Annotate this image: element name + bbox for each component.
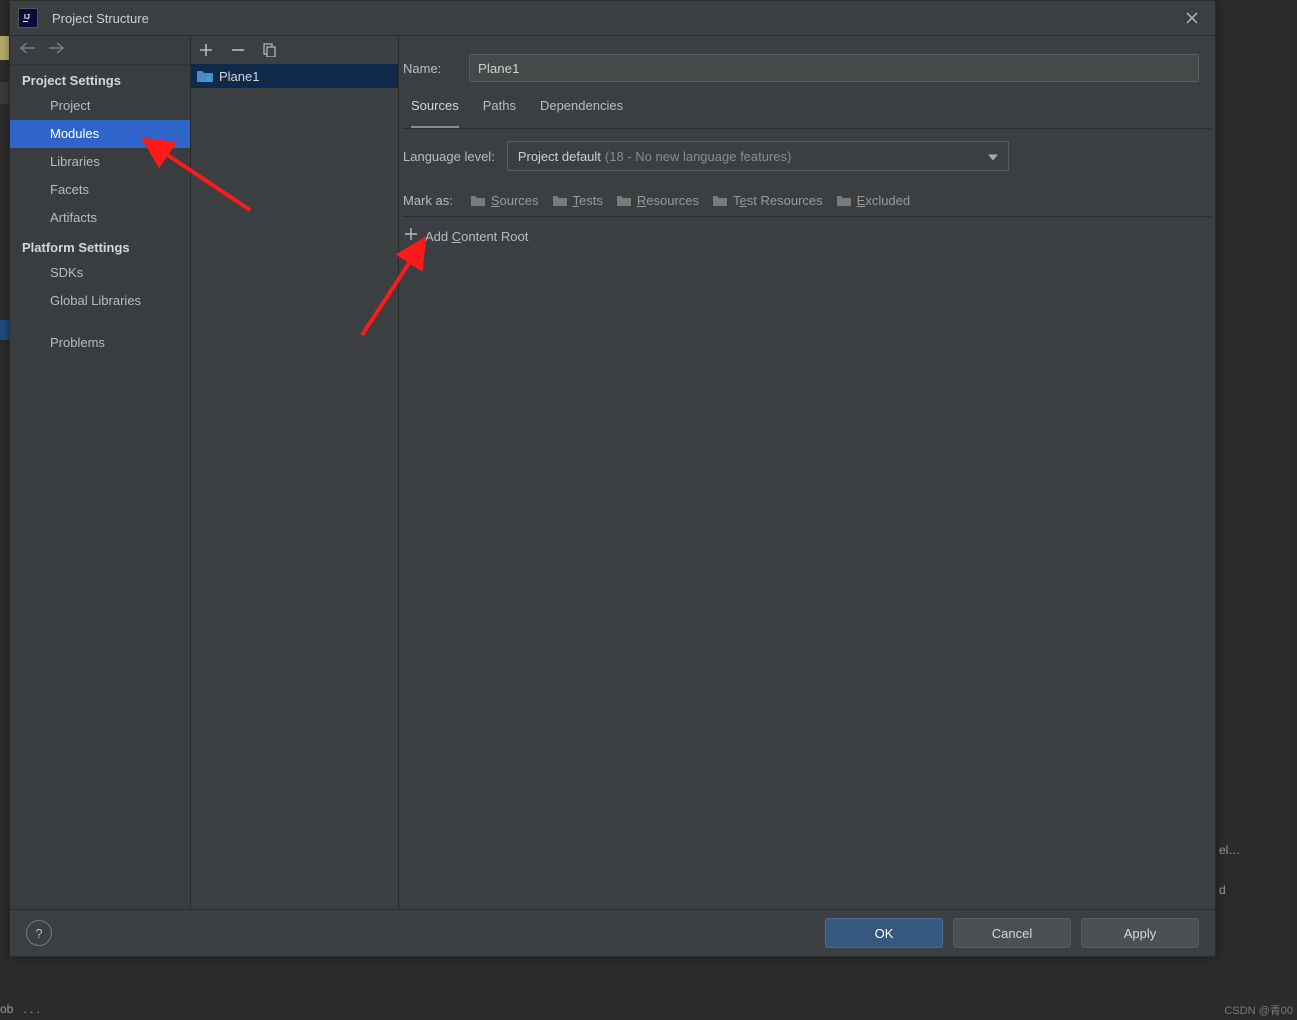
app-icon: IJ bbox=[18, 8, 38, 28]
module-toolbar bbox=[191, 36, 398, 64]
sidebar-item-global-libraries[interactable]: Global Libraries bbox=[10, 287, 190, 315]
window-title: Project Structure bbox=[52, 11, 1177, 26]
folder-icon bbox=[837, 195, 851, 207]
help-icon[interactable]: ? bbox=[26, 920, 52, 946]
sidebar-item-libraries[interactable]: Libraries bbox=[10, 148, 190, 176]
svg-text:IJ: IJ bbox=[24, 14, 30, 21]
folder-icon bbox=[553, 195, 567, 207]
background-text: el…d bbox=[1219, 840, 1297, 960]
name-label: Name: bbox=[403, 61, 455, 76]
sidebar-item-facets[interactable]: Facets bbox=[10, 176, 190, 204]
name-input[interactable] bbox=[469, 54, 1199, 82]
add-content-root-label: Add Content Root bbox=[425, 229, 528, 244]
folder-icon bbox=[617, 195, 631, 207]
remove-module-icon[interactable] bbox=[229, 41, 247, 59]
module-item[interactable]: Plane1 bbox=[191, 64, 398, 88]
watermark: CSDN @青00 bbox=[1224, 1002, 1293, 1018]
language-level-hint: (18 - No new language features) bbox=[605, 149, 791, 164]
titlebar: IJ Project Structure bbox=[10, 1, 1215, 36]
forward-icon[interactable] bbox=[48, 41, 64, 59]
language-level-combo[interactable]: Project default (18 - No new language fe… bbox=[507, 141, 1009, 171]
background-text: ob . . . bbox=[0, 1002, 40, 1016]
folder-icon bbox=[713, 195, 727, 207]
language-level-label: Language level: bbox=[403, 149, 495, 164]
sidebar-item-problems[interactable]: Problems bbox=[10, 329, 190, 357]
plus-icon bbox=[405, 227, 417, 245]
module-icon bbox=[197, 69, 213, 83]
sidebar-history-nav bbox=[10, 36, 190, 65]
add-module-icon[interactable] bbox=[197, 41, 215, 59]
mark-tests-button[interactable]: Tests bbox=[553, 193, 603, 208]
sidebar-heading-platform-settings: Platform Settings bbox=[10, 232, 190, 259]
name-row: Name: bbox=[403, 36, 1211, 88]
sidebar-item-sdks[interactable]: SDKs bbox=[10, 259, 190, 287]
module-tabs: Sources Paths Dependencies bbox=[403, 88, 1211, 129]
dialog-button-bar: ? OK Cancel Apply bbox=[10, 909, 1215, 956]
close-icon[interactable] bbox=[1177, 4, 1207, 32]
sidebar-item-project[interactable]: Project bbox=[10, 92, 190, 120]
copy-module-icon[interactable] bbox=[261, 41, 279, 59]
module-list-panel: Plane1 bbox=[191, 36, 399, 909]
language-level-value: Project default bbox=[518, 149, 601, 164]
sidebar: Project Settings Project Modules Librari… bbox=[10, 36, 191, 909]
chevron-down-icon bbox=[988, 149, 998, 164]
background-strip bbox=[0, 36, 9, 60]
project-structure-dialog: IJ Project Structure Project Settings Pr… bbox=[9, 0, 1216, 957]
tab-paths[interactable]: Paths bbox=[483, 98, 516, 128]
tab-sources[interactable]: Sources bbox=[411, 98, 459, 128]
sidebar-heading-project-settings: Project Settings bbox=[10, 65, 190, 92]
back-icon[interactable] bbox=[20, 41, 36, 59]
folder-icon bbox=[471, 195, 485, 207]
mark-label: Excluded bbox=[857, 193, 910, 208]
mark-as-label: Mark as: bbox=[403, 193, 453, 208]
mark-excluded-button[interactable]: Excluded bbox=[837, 193, 910, 208]
mark-label: Tests bbox=[573, 193, 603, 208]
sidebar-item-artifacts[interactable]: Artifacts bbox=[10, 204, 190, 232]
apply-button[interactable]: Apply bbox=[1081, 918, 1199, 948]
mark-test-resources-button[interactable]: Test Resources bbox=[713, 193, 823, 208]
sidebar-item-modules[interactable]: Modules bbox=[10, 120, 190, 148]
cancel-button[interactable]: Cancel bbox=[953, 918, 1071, 948]
tab-dependencies[interactable]: Dependencies bbox=[540, 98, 623, 128]
add-content-root-button[interactable]: Add Content Root bbox=[403, 217, 1211, 245]
module-item-label: Plane1 bbox=[219, 69, 259, 84]
ok-button[interactable]: OK bbox=[825, 918, 943, 948]
module-list: Plane1 bbox=[191, 64, 398, 909]
mark-resources-button[interactable]: Resources bbox=[617, 193, 699, 208]
details-panel: Name: Sources Paths Dependencies Languag… bbox=[399, 36, 1215, 909]
mark-label: Sources bbox=[491, 193, 539, 208]
background-strip bbox=[0, 320, 9, 340]
mark-sources-button[interactable]: Sources bbox=[471, 193, 539, 208]
background-strip bbox=[0, 82, 9, 104]
mark-as-row: Mark as: Sources Tests Resources bbox=[403, 177, 1211, 217]
language-level-row: Language level: Project default (18 - No… bbox=[403, 129, 1211, 177]
mark-label: Test Resources bbox=[733, 193, 823, 208]
mark-label: Resources bbox=[637, 193, 699, 208]
